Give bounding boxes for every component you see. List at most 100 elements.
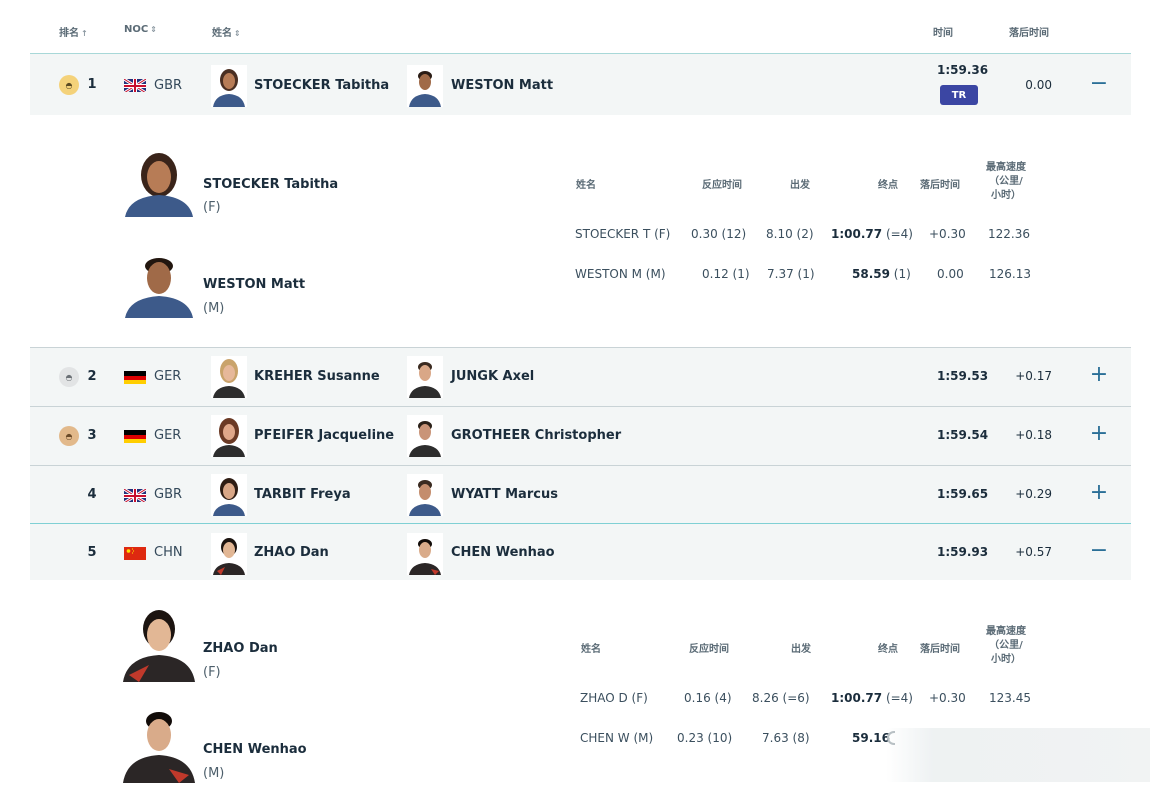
finish-rank: (1) xyxy=(893,267,911,281)
detail-athlete-name: STOECKER Tabitha xyxy=(203,177,339,192)
detail-cell-reaction: 0.30 (12) xyxy=(691,227,747,241)
rank: 3 xyxy=(87,428,97,443)
header-rank[interactable]: 排名 ↑ xyxy=(59,24,88,39)
arrow-up-icon: ↑ xyxy=(81,29,88,38)
speed-line: 小时） xyxy=(991,190,1021,201)
athlete-name[interactable]: TARBIT Freya xyxy=(254,487,351,502)
detail-header-start: 出发 xyxy=(791,644,811,655)
plus-icon[interactable]: + xyxy=(1089,482,1109,504)
detail-cell-name: ZHAO D (F) xyxy=(580,691,648,705)
noc-code: GER xyxy=(154,428,182,443)
detail-cell-speed: 126.13 xyxy=(989,267,1031,281)
athlete-avatar[interactable] xyxy=(211,474,247,516)
detail-header-name: 姓名 xyxy=(581,644,601,655)
noc-code: CHN xyxy=(154,545,183,560)
behind-time: +0.57 xyxy=(1015,545,1052,559)
athlete-avatar[interactable] xyxy=(211,533,247,575)
athlete-avatar[interactable] xyxy=(211,65,247,107)
athlete-avatar[interactable] xyxy=(211,415,247,457)
athlete-photo xyxy=(123,705,195,783)
flag-ger-icon xyxy=(124,429,146,443)
race-time: 1:59.36 xyxy=(937,63,989,77)
flag-gbr-icon xyxy=(124,78,146,92)
noc-code: GER xyxy=(154,369,182,384)
finish-rank: (=4) xyxy=(885,227,913,241)
minus-icon[interactable]: − xyxy=(1089,540,1109,562)
speed-line: （公里/ xyxy=(989,640,1023,651)
athlete-avatar[interactable] xyxy=(211,356,247,398)
silver-medal-icon: ◓ xyxy=(59,367,79,387)
detail-cell-behind: +0.30 xyxy=(929,691,966,705)
speed-line: （公里/ xyxy=(989,176,1023,187)
noc-code: GBR xyxy=(154,487,183,502)
athlete-avatar[interactable] xyxy=(407,356,443,398)
detail-header-reaction: 反应时间 xyxy=(689,644,729,655)
detail-header-behind: 落后时间 xyxy=(920,180,960,191)
detail-cell-name: STOECKER T (F) xyxy=(575,227,671,241)
flag-gbr-icon xyxy=(124,488,146,502)
flag-ger-icon xyxy=(124,370,146,384)
header-noc[interactable]: NOC ⇕ xyxy=(124,24,157,35)
detail-athlete-name: WESTON Matt xyxy=(203,277,306,292)
detail-header-finish: 终点 xyxy=(878,644,898,655)
athlete-photo xyxy=(123,605,195,682)
athlete-name[interactable]: STOECKER Tabitha xyxy=(254,78,389,93)
header-noc-label: NOC xyxy=(124,24,149,35)
athlete-avatar[interactable] xyxy=(407,533,443,575)
detail-cell-start: 8.26 (=6) xyxy=(752,691,810,705)
finish-time: 59.16 xyxy=(852,731,890,745)
detail-header-speed: 最高速度 （公里/小时） xyxy=(984,161,1028,203)
finish-time: 1:00.77 xyxy=(831,691,883,705)
detail-cell-speed: 123.45 xyxy=(989,691,1031,705)
athlete-name[interactable]: KREHER Susanne xyxy=(254,369,380,384)
detail-header-finish: 终点 xyxy=(878,180,898,191)
gold-medal-icon: ◓ xyxy=(59,75,79,95)
athlete-avatar[interactable] xyxy=(407,65,443,107)
detail-header-name: 姓名 xyxy=(576,180,596,191)
sort-arrows-icon: ⇕ xyxy=(234,29,241,38)
record-badge: TR xyxy=(940,85,978,105)
speed-line: 最高速度 xyxy=(986,162,1026,173)
athlete-name[interactable]: ZHAO Dan xyxy=(254,545,329,560)
detail-header-reaction: 反应时间 xyxy=(702,180,742,191)
detail-header-behind: 落后时间 xyxy=(920,644,960,655)
detail-cell-finish: 1:00.77 (=4) xyxy=(831,691,913,705)
detail-cell-reaction: 0.16 (4) xyxy=(684,691,732,705)
behind-time: 0.00 xyxy=(1025,78,1052,92)
header-name[interactable]: 姓名 ⇕ xyxy=(212,24,241,39)
detail-cell-start: 8.10 (2) xyxy=(766,227,814,241)
detail-athlete-name: ZHAO Dan xyxy=(203,641,278,656)
athlete-name[interactable]: WESTON Matt xyxy=(451,78,553,93)
detail-header-start: 出发 xyxy=(790,180,810,191)
race-time: 1:59.65 xyxy=(937,487,989,501)
athlete-name[interactable]: GROTHEER Christopher xyxy=(451,428,621,443)
sort-arrows-icon: ⇕ xyxy=(150,25,157,34)
noc-code: GBR xyxy=(154,78,183,93)
detail-cell-finish: 59.16 xyxy=(852,731,890,745)
detail-athlete-name: CHEN Wenhao xyxy=(203,742,307,757)
detail-cell-behind: +0.30 xyxy=(929,227,966,241)
header-time: 时间 xyxy=(933,28,953,39)
plus-icon[interactable]: + xyxy=(1089,364,1109,386)
detail-cell-reaction: 0.12 (1) xyxy=(702,267,750,281)
bronze-medal-icon: ◓ xyxy=(59,426,79,446)
detail-cell-finish: 58.59 (1) xyxy=(852,267,911,281)
detail-header-speed: 最高速度 （公里/小时） xyxy=(984,625,1028,667)
detail-cell-start: 7.63 (8) xyxy=(762,731,810,745)
detail-cell-speed: 122.36 xyxy=(988,227,1030,241)
behind-time: +0.17 xyxy=(1015,369,1052,383)
athlete-avatar[interactable] xyxy=(407,415,443,457)
race-time: 1:59.93 xyxy=(937,545,989,559)
athlete-name[interactable]: JUNGK Axel xyxy=(451,369,534,384)
athlete-name[interactable]: PFEIFER Jacqueline xyxy=(254,428,394,443)
header-rank-label: 排名 xyxy=(59,28,79,39)
athlete-avatar[interactable] xyxy=(407,474,443,516)
plus-icon[interactable]: + xyxy=(1089,423,1109,445)
minus-icon[interactable]: − xyxy=(1089,73,1109,95)
athlete-name[interactable]: WYATT Marcus xyxy=(451,487,558,502)
athlete-photo xyxy=(123,151,195,217)
speed-line: 小时） xyxy=(991,654,1021,665)
detail-athlete-gender: (M) xyxy=(203,766,225,781)
athlete-name[interactable]: CHEN Wenhao xyxy=(451,545,555,560)
finish-time: 58.59 xyxy=(852,267,890,281)
